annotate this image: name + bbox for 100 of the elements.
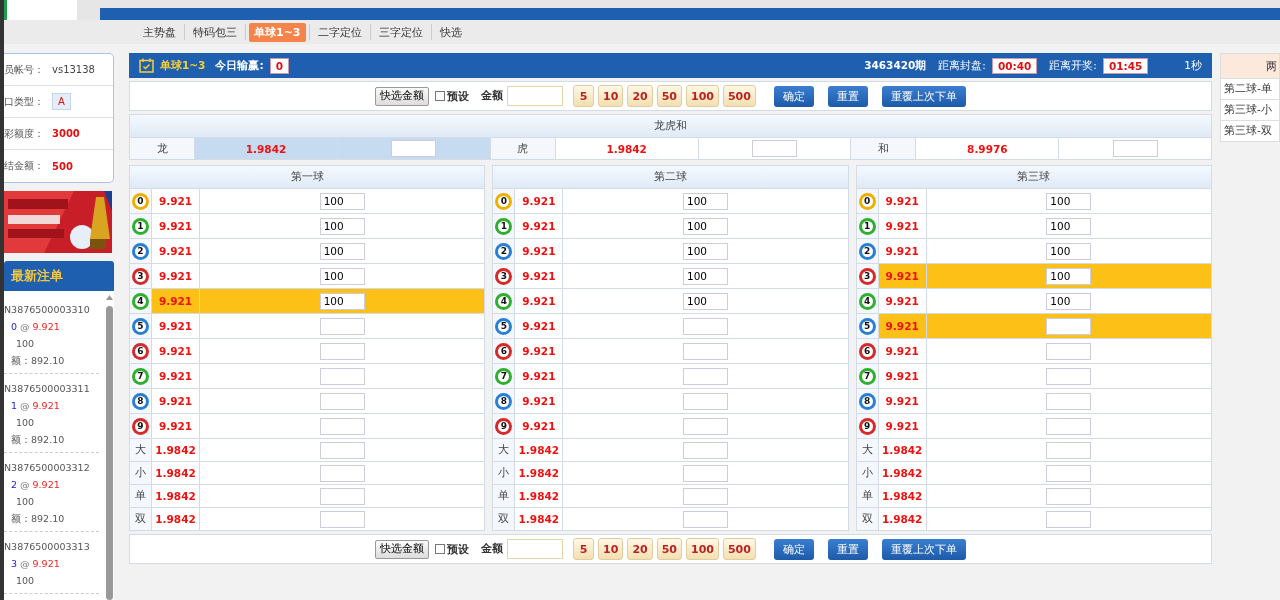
- bet-input[interactable]: [319, 342, 365, 360]
- today-label: 今日输赢:: [215, 58, 264, 73]
- odds-value: 8.9976: [967, 142, 1008, 155]
- bet-id: N3876500003311: [4, 382, 91, 396]
- bet-input[interactable]: [683, 417, 728, 435]
- bet-input[interactable]: 100: [683, 242, 728, 260]
- bet-input[interactable]: [391, 140, 437, 157]
- bet-input[interactable]: [752, 140, 797, 157]
- repeat-bet-button[interactable]: 重覆上次下单: [881, 538, 966, 560]
- bet-input[interactable]: [319, 487, 365, 505]
- amount-chip[interactable]: 5: [573, 85, 595, 107]
- amount-input[interactable]: [507, 86, 564, 106]
- game-tab[interactable]: 二字定位: [312, 22, 367, 42]
- option-label: 单: [135, 489, 146, 503]
- bet-input[interactable]: 100: [1046, 267, 1092, 285]
- preset-checkbox[interactable]: 预设: [435, 88, 470, 104]
- option-label: 双: [135, 512, 146, 526]
- bet-input[interactable]: 100: [1046, 242, 1092, 260]
- bet-input[interactable]: 100: [683, 292, 728, 310]
- amount-chip[interactable]: 100: [686, 538, 719, 560]
- bet-input[interactable]: [1046, 510, 1092, 528]
- bet-input[interactable]: [319, 392, 365, 410]
- amount-chip[interactable]: 50: [656, 85, 682, 107]
- confirm-button[interactable]: 确定: [773, 538, 814, 560]
- quick-amount-button[interactable]: 快选金额: [375, 539, 430, 559]
- amount-chip[interactable]: 20: [627, 538, 653, 560]
- number-ball: 6: [132, 342, 149, 360]
- amount-chip[interactable]: 500: [722, 538, 756, 560]
- bet-input[interactable]: [1046, 367, 1092, 385]
- quick-amount-button[interactable]: 快选金额: [375, 86, 430, 106]
- amount-chip[interactable]: 5: [573, 538, 595, 560]
- odds-value: 9.921: [158, 270, 193, 282]
- amount-chip[interactable]: 10: [598, 85, 624, 107]
- bet-input[interactable]: 100: [319, 292, 365, 310]
- option-label: 小: [498, 466, 510, 480]
- confirm-button[interactable]: 确定: [773, 85, 814, 107]
- game-tab[interactable]: 三字定位: [373, 22, 428, 42]
- bet-input[interactable]: [1112, 140, 1158, 157]
- bet-input[interactable]: [319, 417, 365, 435]
- option-label: 大: [498, 443, 510, 457]
- bet-input[interactable]: 100: [319, 242, 365, 260]
- bet-input[interactable]: [683, 464, 728, 482]
- section-title: 龙虎和: [130, 115, 1211, 137]
- reset-button[interactable]: 重置: [827, 538, 868, 560]
- bet-input[interactable]: [319, 367, 365, 385]
- reset-button[interactable]: 重置: [827, 85, 868, 107]
- amount-input[interactable]: [507, 539, 564, 559]
- bet-input[interactable]: [1046, 342, 1092, 360]
- odds-value: 9.921: [522, 245, 556, 257]
- game-tab[interactable]: 特码包三: [188, 22, 242, 42]
- bet-input[interactable]: [683, 367, 728, 385]
- odds-value: 9.921: [158, 245, 193, 257]
- bet-input[interactable]: [683, 441, 728, 459]
- odds-value: 1.9842: [881, 490, 923, 502]
- bet-input[interactable]: [1046, 487, 1092, 505]
- scroll-up-icon[interactable]: [106, 295, 113, 300]
- amount-chip[interactable]: 50: [656, 538, 682, 560]
- period-number: 3463420期: [864, 58, 927, 73]
- recent-bets-title: 最新注单: [4, 261, 114, 291]
- bet-input[interactable]: 100: [1046, 217, 1092, 235]
- section-title: 第二球: [493, 166, 848, 188]
- preset-checkbox[interactable]: 预设: [435, 541, 470, 557]
- amount-chip[interactable]: 500: [722, 85, 756, 107]
- amount-chip[interactable]: 20: [627, 85, 653, 107]
- bet-input[interactable]: [319, 317, 365, 335]
- game-tab[interactable]: 主势盘: [138, 22, 181, 42]
- odds-value: 9.921: [522, 270, 556, 282]
- account-label: 员帐号：: [4, 62, 44, 77]
- bet-input[interactable]: [1046, 464, 1092, 482]
- odds-value: 9.921: [158, 345, 193, 357]
- bet-input[interactable]: [683, 487, 728, 505]
- odds-value: 1.9842: [518, 444, 560, 456]
- bet-input[interactable]: 100: [319, 267, 365, 285]
- bet-input[interactable]: 100: [683, 192, 728, 210]
- bet-input[interactable]: [1046, 392, 1092, 410]
- bet-amount: 100: [15, 495, 36, 509]
- bet-input[interactable]: [319, 441, 365, 459]
- repeat-bet-button[interactable]: 重覆上次下单: [881, 85, 966, 107]
- number-ball: 6: [858, 342, 876, 360]
- account-label: 结金额：: [4, 159, 44, 173]
- bet-input[interactable]: 100: [319, 217, 365, 235]
- amount-chip[interactable]: 100: [686, 85, 719, 107]
- bet-input[interactable]: 100: [319, 192, 365, 210]
- bet-input[interactable]: [1046, 441, 1092, 459]
- amount-chip[interactable]: 10: [598, 538, 624, 560]
- bet-input[interactable]: 100: [1046, 292, 1092, 310]
- bet-input[interactable]: 100: [683, 267, 728, 285]
- bet-input[interactable]: [1046, 417, 1092, 435]
- number-ball: 6: [495, 342, 513, 360]
- bet-input[interactable]: [319, 510, 365, 528]
- bet-input[interactable]: [683, 510, 728, 528]
- bet-input[interactable]: [683, 317, 728, 335]
- bet-input[interactable]: 100: [683, 217, 728, 235]
- game-tab[interactable]: 快选: [434, 22, 467, 42]
- bet-input[interactable]: [683, 392, 728, 410]
- bet-input[interactable]: [683, 342, 728, 360]
- bet-input[interactable]: 100: [1046, 192, 1092, 210]
- bet-input[interactable]: [1046, 317, 1092, 335]
- odds-value: 9.921: [885, 195, 919, 207]
- bet-input[interactable]: [319, 464, 365, 482]
